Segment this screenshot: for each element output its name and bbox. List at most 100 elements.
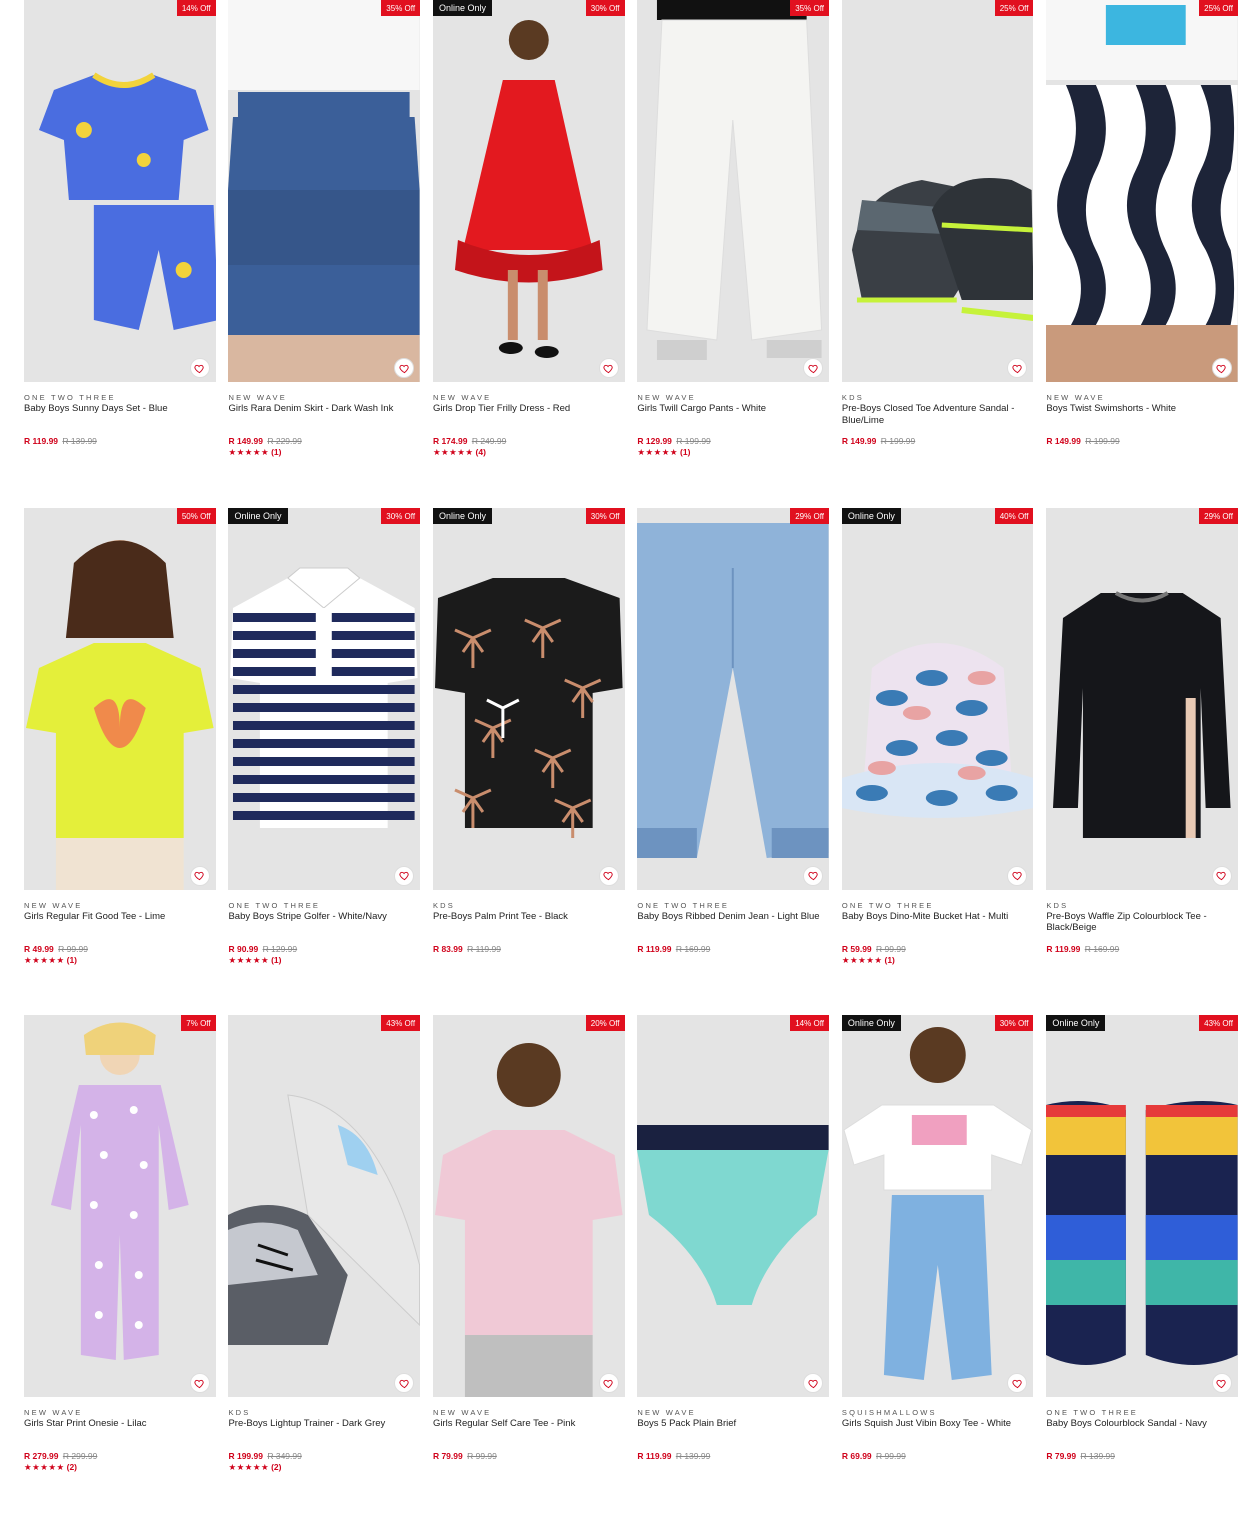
price-row: R 119.99 R 139.99 bbox=[24, 436, 216, 446]
product-photo bbox=[228, 1094, 421, 1345]
discount-badge: 30% Off bbox=[585, 0, 625, 16]
product-card[interactable]: 35% Off NEW WAVE Girls Rara Denim Skirt … bbox=[228, 0, 421, 508]
wishlist-button[interactable] bbox=[1211, 1373, 1232, 1393]
product-card[interactable]: 29% Off ONE TWO THREE Baby Boys Ribbed D… bbox=[637, 507, 829, 1016]
product-card[interactable]: Online Only 43% Off ONE TWO THREE Baby B… bbox=[1046, 1015, 1238, 1523]
product-card[interactable]: Online Only 30% Off SQUISHMALLOWS Girls … bbox=[841, 1015, 1034, 1523]
product-title[interactable]: Boys 5 Pack Plain Brief bbox=[637, 1418, 829, 1448]
product-image[interactable]: 20% Off bbox=[432, 1015, 625, 1397]
product-title[interactable]: Baby Boys Stripe Golfer - White/Navy bbox=[228, 911, 420, 941]
product-image[interactable]: Online Only 30% Off bbox=[841, 1015, 1034, 1397]
product-image[interactable]: 35% Off bbox=[228, 0, 421, 382]
product-card[interactable]: Online Only 30% Off NEW WAVE Girls Drop … bbox=[432, 0, 625, 508]
wishlist-button[interactable] bbox=[189, 865, 210, 886]
rating[interactable]: ★★★★★ (2) bbox=[228, 1462, 420, 1472]
product-image[interactable]: Online Only 30% Off bbox=[432, 0, 625, 382]
sale-price: R 59.99 bbox=[841, 943, 872, 954]
wishlist-button[interactable] bbox=[189, 1373, 210, 1393]
product-image[interactable]: Online Only 30% Off bbox=[228, 507, 421, 890]
rating[interactable]: ★★★★★ (2) bbox=[24, 1462, 216, 1472]
product-title[interactable]: Girls Twill Cargo Pants - White bbox=[637, 403, 829, 433]
rating[interactable]: ★★★★★ (1) bbox=[228, 955, 420, 965]
product-image[interactable]: 29% Off bbox=[1046, 507, 1238, 890]
rating[interactable]: ★★★★★ (1) bbox=[24, 955, 216, 965]
product-title[interactable]: Pre-Boys Palm Print Tee - Black bbox=[433, 911, 625, 941]
product-title[interactable]: Girls Regular Fit Good Tee - Lime bbox=[24, 911, 216, 941]
product-title[interactable]: Boys Twist Swimshorts - White bbox=[1046, 403, 1238, 433]
product-card[interactable]: 50% Off NEW WAVE Girls Regular Fit Good … bbox=[24, 507, 216, 1016]
original-price: R 99.99 bbox=[876, 1451, 906, 1461]
wishlist-button[interactable] bbox=[803, 358, 823, 378]
product-photo bbox=[434, 1043, 623, 1397]
discount-badge: 35% Off bbox=[790, 0, 829, 16]
product-title[interactable]: Girls Rara Denim Skirt - Dark Wash Ink bbox=[228, 403, 420, 433]
product-image[interactable]: 43% Off bbox=[228, 1015, 421, 1397]
star-rating-icon: ★★★★★ bbox=[841, 954, 883, 965]
product-card[interactable]: Online Only 40% Off ONE TWO THREE Baby B… bbox=[841, 507, 1034, 1016]
product-title[interactable]: Girls Star Print Onesie - Lilac bbox=[24, 1418, 216, 1448]
product-image[interactable]: 14% Off bbox=[24, 0, 216, 382]
wishlist-button[interactable] bbox=[1007, 865, 1028, 886]
product-card[interactable]: 14% Off ONE TWO THREE Baby Boys Sunny Da… bbox=[24, 0, 216, 508]
wishlist-button[interactable] bbox=[394, 1373, 415, 1393]
wishlist-button[interactable] bbox=[189, 358, 210, 378]
product-card[interactable]: 7% Off NEW WAVE Girls Star Print Onesie … bbox=[24, 1015, 216, 1523]
wishlist-button[interactable] bbox=[803, 865, 823, 886]
product-image[interactable]: Online Only 40% Off bbox=[841, 507, 1034, 890]
product-image[interactable]: Online Only 30% Off bbox=[432, 507, 625, 890]
wishlist-button[interactable] bbox=[598, 865, 619, 886]
product-image[interactable]: 7% Off bbox=[24, 1015, 216, 1397]
rating[interactable]: ★★★★★ (1) bbox=[637, 447, 829, 457]
price-row: R 119.99 R 169.99 bbox=[1046, 944, 1238, 954]
product-card[interactable]: 35% Off NEW WAVE Girls Twill Cargo Pants… bbox=[637, 0, 829, 508]
wishlist-button[interactable] bbox=[1211, 865, 1232, 886]
product-card[interactable]: 43% Off KDS Pre-Boys Lightup Trainer - D… bbox=[228, 1015, 421, 1523]
product-card[interactable]: 25% Off KDS Pre-Boys Closed Toe Adventur… bbox=[841, 0, 1034, 508]
product-card[interactable]: 29% Off KDS Pre-Boys Waffle Zip Colourbl… bbox=[1046, 507, 1238, 1016]
product-image[interactable]: 25% Off bbox=[1046, 0, 1238, 382]
product-image[interactable]: 14% Off bbox=[637, 1015, 829, 1397]
discount-badge: 50% Off bbox=[176, 507, 216, 524]
wishlist-button[interactable] bbox=[394, 358, 415, 378]
heart-icon bbox=[1012, 1379, 1022, 1388]
product-title[interactable]: Girls Regular Self Care Tee - Pink bbox=[433, 1418, 625, 1448]
discount-badge: 25% Off bbox=[1199, 0, 1238, 16]
product-image[interactable]: Online Only 43% Off bbox=[1046, 1015, 1238, 1397]
rating[interactable]: ★★★★★ (1) bbox=[228, 447, 420, 457]
product-brand: ONE TWO THREE bbox=[1046, 1408, 1139, 1417]
online-only-badge: Online Only bbox=[841, 1015, 901, 1031]
product-title[interactable]: Baby Boys Colourblock Sandal - Navy bbox=[1046, 1418, 1238, 1448]
product-photo bbox=[228, 0, 421, 382]
product-photo bbox=[841, 642, 1034, 818]
product-title[interactable]: Pre-Boys Lightup Trainer - Dark Grey bbox=[228, 1418, 420, 1448]
product-image[interactable]: 29% Off bbox=[637, 507, 829, 890]
rating[interactable]: ★★★★★ (1) bbox=[842, 955, 1034, 965]
product-brand: NEW WAVE bbox=[228, 393, 287, 402]
product-card[interactable]: Online Only 30% Off KDS Pre-Boys Palm Pr… bbox=[432, 507, 625, 1016]
product-title[interactable]: Girls Drop Tier Frilly Dress - Red bbox=[433, 403, 625, 433]
product-image[interactable]: 50% Off bbox=[24, 507, 216, 890]
product-image[interactable]: 35% Off bbox=[637, 0, 829, 382]
wishlist-button[interactable] bbox=[803, 1373, 823, 1393]
rating[interactable]: ★★★★★ (4) bbox=[433, 447, 625, 457]
product-title[interactable]: Baby Boys Ribbed Denim Jean - Light Blue bbox=[637, 911, 829, 941]
original-price: R 169.99 bbox=[1084, 943, 1120, 954]
product-card[interactable]: 14% Off NEW WAVE Boys 5 Pack Plain Brief… bbox=[637, 1015, 829, 1523]
product-card[interactable]: Online Only 30% Off ONE TWO THREE Baby B… bbox=[228, 507, 421, 1016]
product-photo bbox=[50, 1022, 189, 1360]
wishlist-button[interactable] bbox=[1211, 358, 1232, 378]
product-image[interactable]: 25% Off bbox=[841, 0, 1034, 382]
wishlist-button[interactable] bbox=[598, 1373, 619, 1393]
product-title[interactable]: Pre-Boys Closed Toe Adventure Sandal - B… bbox=[842, 403, 1034, 433]
wishlist-button[interactable] bbox=[598, 358, 619, 378]
product-card[interactable]: 20% Off NEW WAVE Girls Regular Self Care… bbox=[432, 1015, 625, 1523]
product-title[interactable]: Girls Squish Just Vibin Boxy Tee - White bbox=[842, 1418, 1034, 1448]
price-row: R 129.99 R 199.99 bbox=[637, 436, 829, 446]
wishlist-button[interactable] bbox=[394, 865, 415, 886]
product-title[interactable]: Baby Boys Dino-Mite Bucket Hat - Multi bbox=[842, 911, 1034, 941]
heart-icon bbox=[603, 1379, 613, 1388]
price-row: R 79.99 R 99.99 bbox=[433, 1451, 625, 1461]
product-title[interactable]: Baby Boys Sunny Days Set - Blue bbox=[24, 403, 216, 433]
product-title[interactable]: Pre-Boys Waffle Zip Colourblock Tee - Bl… bbox=[1046, 911, 1238, 941]
product-card[interactable]: 25% Off NEW WAVE Boys Twist Swimshorts -… bbox=[1046, 0, 1238, 508]
